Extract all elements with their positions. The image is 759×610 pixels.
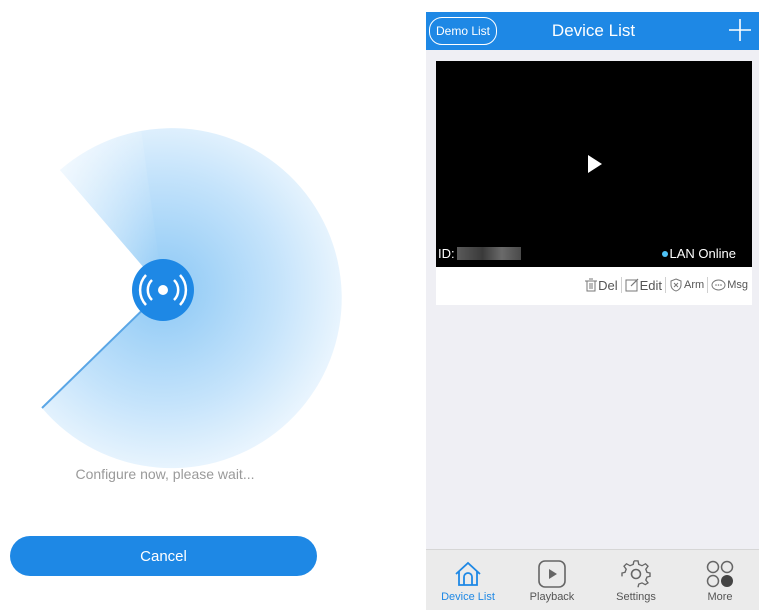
device-id-mask <box>456 247 521 260</box>
page-title: Device List <box>551 21 636 40</box>
device-list-screen: Demo List Device List ID: LAN Online Del… <box>426 12 759 610</box>
divider <box>620 277 622 293</box>
home-icon <box>455 561 481 586</box>
configure-screen: Configure now, please wait... Cancel <box>0 0 420 610</box>
tab-device-list[interactable]: Device List <box>426 550 510 610</box>
lan-status: LAN Online <box>661 246 736 261</box>
message-button[interactable]: Msg <box>709 279 750 292</box>
broadcast-icon <box>132 259 194 321</box>
radar-scan-graphic <box>41 122 342 469</box>
add-icon[interactable] <box>729 19 751 41</box>
arm-label: Arm <box>684 279 705 291</box>
delete-label: Del <box>598 277 618 293</box>
divider <box>707 277 709 293</box>
device-id: ID: <box>438 246 521 261</box>
tab-playback[interactable]: Playback <box>510 550 594 610</box>
edit-button[interactable]: Edit <box>623 278 664 293</box>
tab-label: Settings <box>616 591 656 603</box>
device-actions: Del Edit Arm Msg <box>583 277 750 293</box>
playback-icon <box>538 560 566 588</box>
delete-button[interactable]: Del <box>583 278 620 293</box>
message-label: Msg <box>727 279 748 291</box>
edit-icon <box>625 278 639 292</box>
shield-icon <box>670 278 682 292</box>
message-icon <box>711 279 726 290</box>
lan-status-text: LAN Online <box>669 246 736 261</box>
play-icon[interactable] <box>588 155 602 173</box>
header-bar: Demo List Device List <box>426 12 759 50</box>
more-icon <box>706 560 734 588</box>
device-card: ID: LAN Online Del Edit Arm Msg <box>436 61 752 305</box>
settings-icon <box>621 560 651 588</box>
tab-label: More <box>707 591 733 603</box>
arm-button[interactable]: Arm <box>667 278 706 292</box>
device-id-label: ID: <box>438 246 455 261</box>
status-text: Configure now, please wait... <box>75 466 255 482</box>
tab-more[interactable]: More <box>678 550 759 610</box>
bottom-tab-bar: Device List Playback Settings More <box>426 549 759 610</box>
video-preview[interactable]: ID: LAN Online <box>436 61 752 267</box>
edit-label: Edit <box>639 277 663 293</box>
tab-settings[interactable]: Settings <box>594 550 678 610</box>
trash-icon <box>585 278 598 292</box>
tab-label: Device List <box>441 591 495 603</box>
cancel-button[interactable]: Cancel <box>10 536 317 576</box>
online-dot-icon <box>661 250 668 257</box>
divider <box>665 277 667 293</box>
tab-label: Playback <box>529 591 575 603</box>
